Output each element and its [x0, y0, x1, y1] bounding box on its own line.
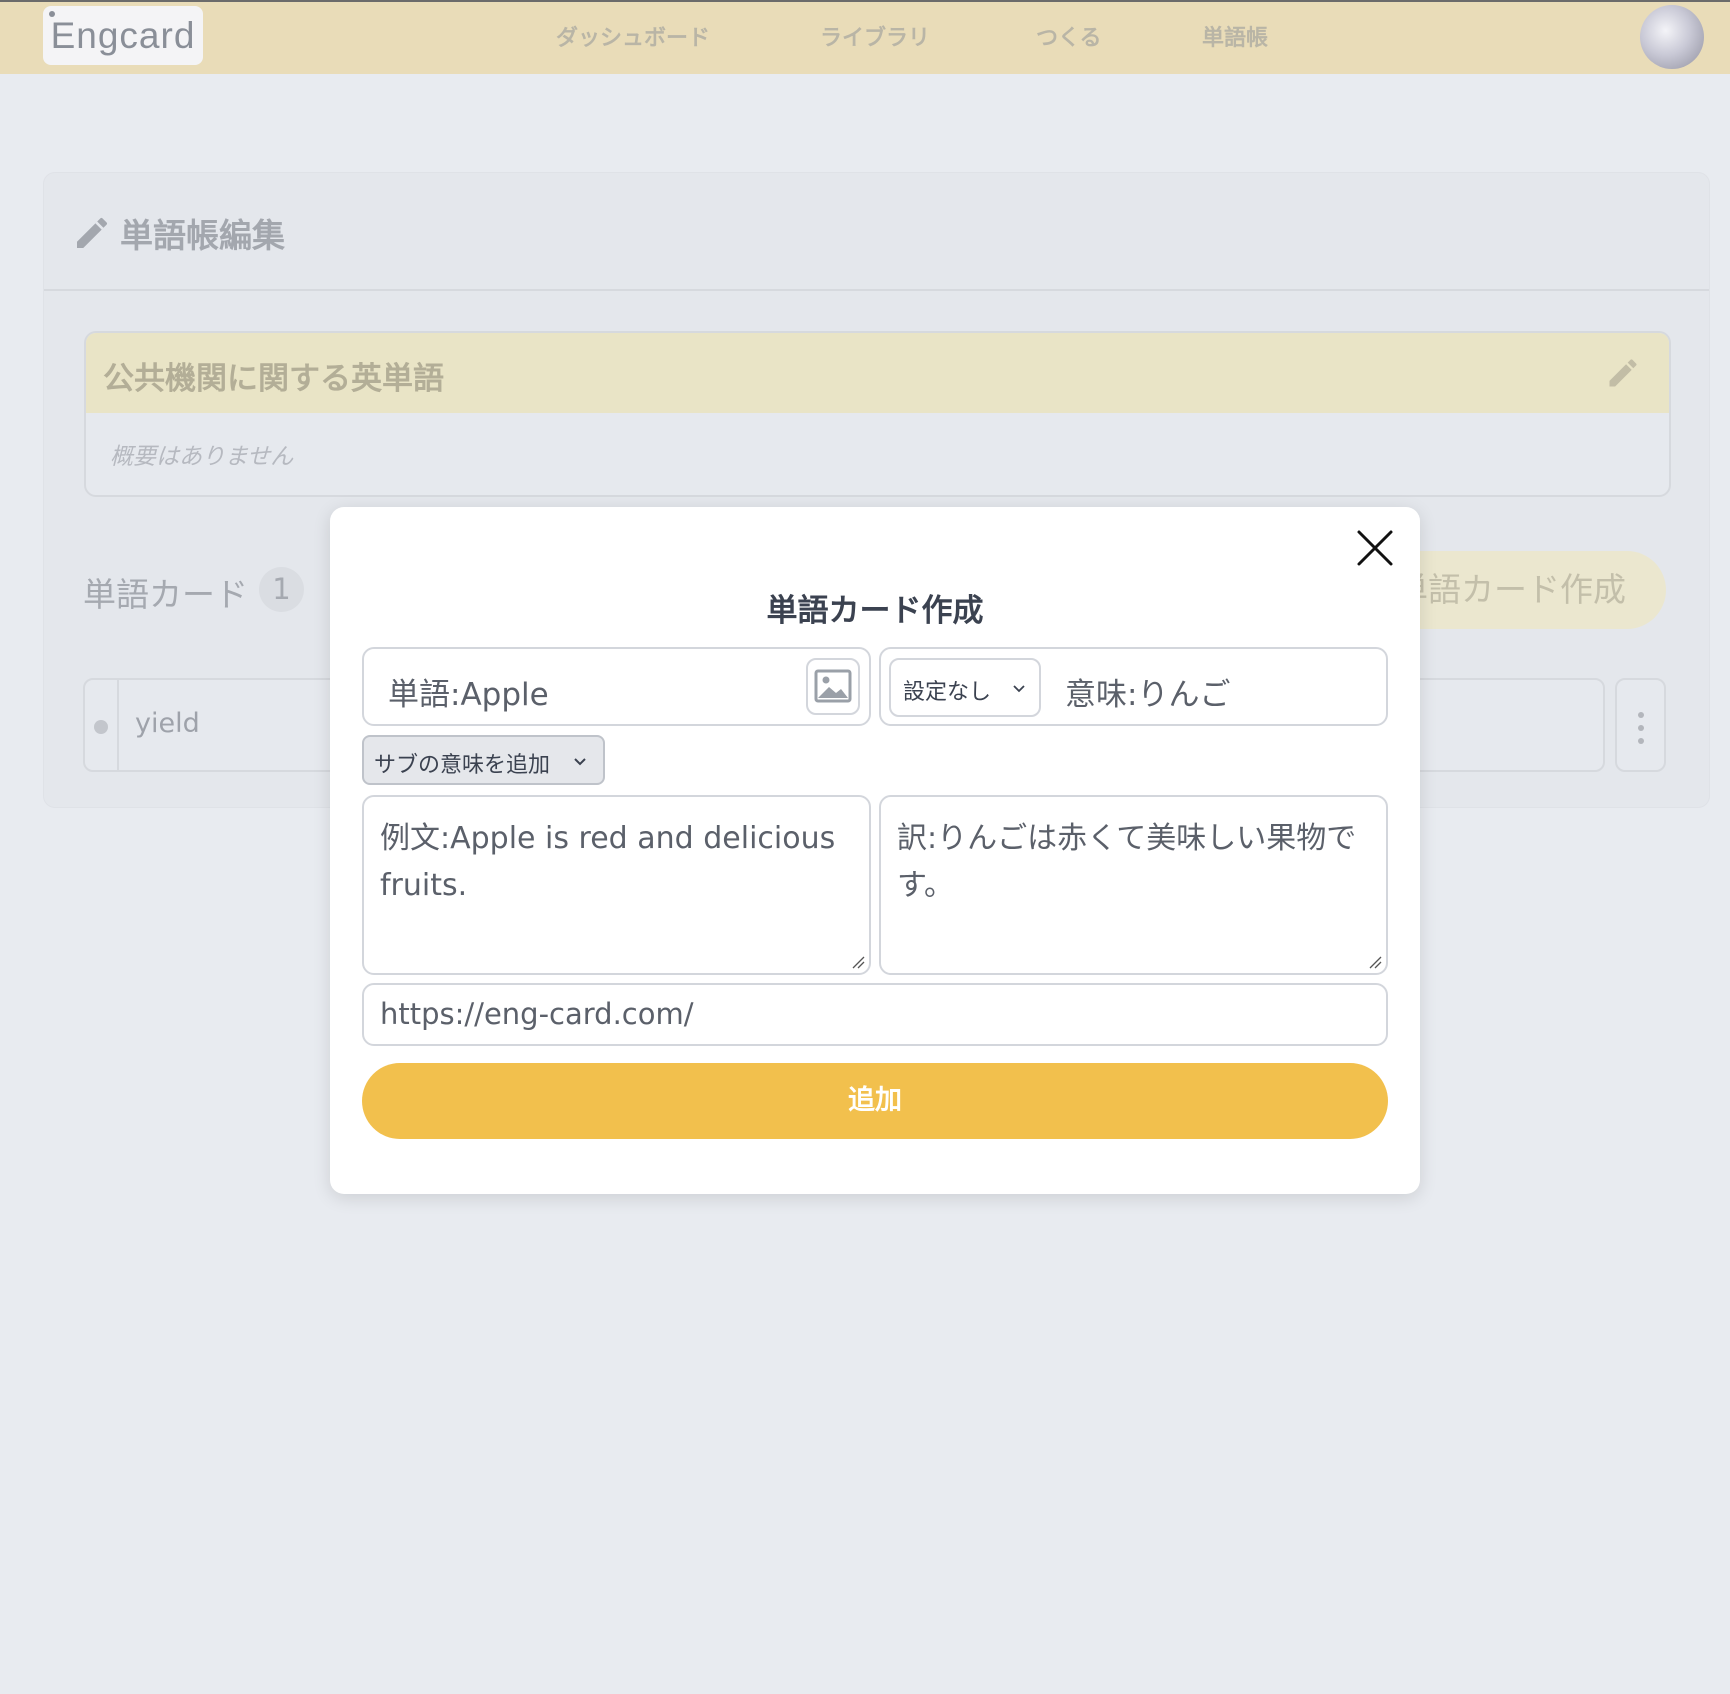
part-of-speech-select[interactable]: 設定なし: [889, 658, 1041, 717]
wordbook-description: 概要はありません: [110, 444, 294, 470]
drag-handle[interactable]: [85, 680, 119, 770]
part-of-speech-value: 設定なし: [903, 680, 992, 705]
example-sentence-textarea[interactable]: 例文:Apple is red and delicious fruits.: [362, 795, 871, 975]
card-bullet-icon: [94, 720, 108, 734]
url-input-value: https://eng-card.com/: [380, 997, 694, 1031]
page-title: 単語帳編集: [120, 216, 285, 255]
create-card-button[interactable]: 単語カード作成: [1380, 551, 1666, 629]
word-input[interactable]: 単語:Apple: [362, 647, 871, 726]
top-navbar: Engcard ダッシュボード ライブラリ つくる 単語帳: [0, 0, 1730, 74]
chevron-down-icon: [574, 758, 586, 766]
cards-section-label: 単語カード: [83, 575, 248, 614]
kebab-dot-icon: [1638, 738, 1644, 744]
nav-create[interactable]: つくる: [1036, 20, 1102, 52]
app-logo[interactable]: Engcard: [43, 6, 203, 65]
chevron-down-icon: [1013, 685, 1025, 693]
translation-value: 訳:りんごは赤くて美味しい果物です。: [897, 821, 1357, 903]
logo-text: Engcard: [50, 15, 196, 56]
logo-dot: [49, 11, 55, 17]
modal-title: 単語カード作成: [766, 593, 984, 629]
translation-textarea[interactable]: 訳:りんごは赤くて美味しい果物です。: [879, 795, 1388, 975]
nav-library[interactable]: ライブラリ: [820, 20, 930, 52]
image-icon: [814, 669, 852, 703]
edit-pencil-icon[interactable]: [1605, 355, 1641, 391]
word-input-value: 単語:Apple: [388, 677, 549, 713]
card-word: yield: [135, 708, 200, 739]
nav-dashboard[interactable]: ダッシュボード: [556, 20, 710, 52]
wordbook-info: 公共機関に関する英単語 概要はありません: [84, 331, 1671, 497]
nav-wordbook[interactable]: 単語帳: [1202, 20, 1268, 52]
cards-count-badge: 1: [259, 567, 304, 612]
wordbook-header: 公共機関に関する英単語: [86, 333, 1669, 413]
wordbook-title: 公共機関に関する英単語: [103, 361, 444, 397]
meaning-input[interactable]: 設定なし 意味:りんご: [879, 647, 1388, 726]
create-card-modal: 単語カード作成 単語:Apple 設定なし 意味:りんご サブの意味を追加 例文: [330, 507, 1420, 1194]
add-sub-meaning-button[interactable]: サブの意味を追加: [362, 735, 605, 785]
user-avatar[interactable]: [1640, 5, 1704, 69]
card-menu-button[interactable]: [1615, 678, 1666, 772]
meaning-input-value: 意味:りんご: [1065, 677, 1231, 713]
url-input[interactable]: https://eng-card.com/: [362, 983, 1388, 1046]
pencil-icon: [77, 217, 107, 248]
kebab-dot-icon: [1638, 725, 1644, 731]
resize-handle-icon[interactable]: [1368, 955, 1382, 969]
panel-header: 単語帳編集: [44, 173, 1709, 291]
image-upload-button[interactable]: [806, 658, 860, 715]
submit-add-button[interactable]: 追加: [362, 1063, 1388, 1139]
add-sub-meaning-label: サブの意味を追加: [374, 753, 551, 778]
resize-handle-icon[interactable]: [851, 955, 865, 969]
example-sentence-value: 例文:Apple is red and delicious fruits.: [380, 821, 836, 903]
close-icon[interactable]: [1352, 525, 1398, 571]
kebab-dot-icon: [1638, 712, 1644, 718]
